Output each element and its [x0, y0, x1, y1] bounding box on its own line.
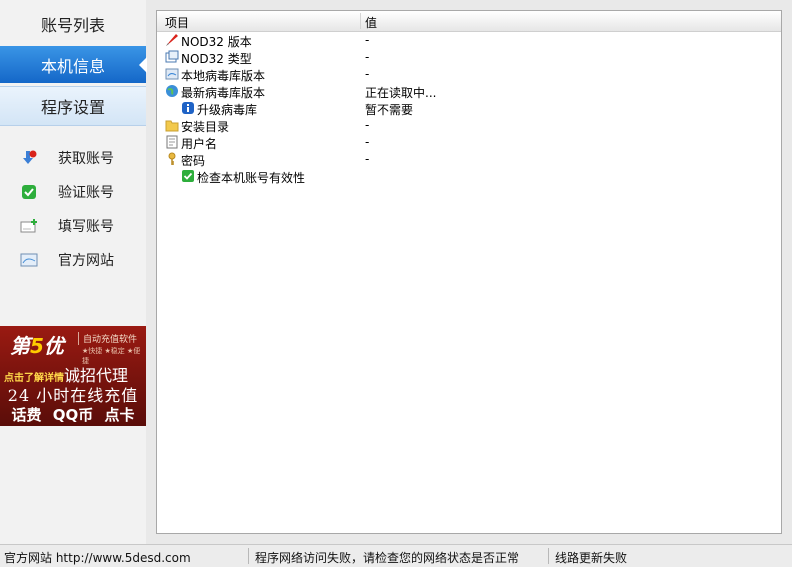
status-divider: [548, 548, 549, 564]
promo-recruit-line: 点击了解详情诚招代理: [4, 366, 129, 385]
column-divider[interactable]: [360, 13, 361, 29]
add-card-icon: [20, 217, 38, 235]
table-row[interactable]: NOD32 版本 -: [157, 32, 781, 49]
download-arrow-icon: [20, 149, 38, 167]
table-row[interactable]: 检查本机账号有效性: [157, 168, 781, 185]
table-row[interactable]: NOD32 类型 -: [157, 49, 781, 66]
status-divider: [248, 548, 249, 564]
status-bar: 官方网站 http://www.5desd.com 程序网络访问失败，请检查您的…: [0, 544, 792, 567]
nav-program-settings[interactable]: 程序设置: [0, 86, 146, 126]
promo-logo: 第5优: [10, 334, 64, 358]
status-route: 线路更新失败: [555, 551, 628, 565]
row-name: NOD32 版本: [181, 35, 252, 49]
status-site[interactable]: 官方网站 http://www.5desd.com: [4, 549, 191, 566]
official-site-label: 官方网站: [58, 253, 114, 269]
row-value: -: [365, 152, 370, 166]
row-name: 本地病毒库版本: [181, 69, 266, 83]
get-account-button[interactable]: 获取账号: [20, 147, 140, 169]
row-name: 最新病毒库版本: [181, 86, 266, 100]
get-account-label: 获取账号: [58, 151, 114, 167]
official-site-button[interactable]: 官方网站: [20, 249, 140, 271]
table-row[interactable]: 密码 -: [157, 151, 781, 168]
row-name: 检查本机账号有效性: [197, 171, 306, 185]
status-error: 程序网络访问失败，请检查您的网络状态是否正常: [255, 551, 520, 565]
table-row[interactable]: 用户名 -: [157, 134, 781, 151]
row-value: 暂不需要: [365, 103, 414, 117]
check-icon: [181, 169, 195, 183]
row-value: 正在读取中...: [365, 86, 437, 100]
rocket-icon: [165, 33, 179, 47]
table-row[interactable]: 安装目录 -: [157, 117, 781, 134]
fill-account-label: 填写账号: [58, 219, 114, 235]
row-value: -: [365, 135, 370, 149]
row-value: -: [365, 118, 370, 132]
info-table: 项目 值 NOD32 版本 - NOD32 类型 - 本地病毒库版本 - 最新病…: [156, 10, 782, 534]
folder-icon: [165, 118, 179, 132]
table-row[interactable]: 最新病毒库版本 正在读取中...: [157, 83, 781, 100]
key-icon: [165, 152, 179, 166]
table-row[interactable]: 本地病毒库版本 -: [157, 66, 781, 83]
row-value: -: [365, 50, 370, 64]
sidebar: 账号列表 本机信息 程序设置 获取账号 验证账号 填写账号 官方网站 第5优 自…: [0, 0, 147, 544]
promo-products-line: 话费 QQ币 点卡: [11, 406, 135, 424]
verify-account-label: 验证账号: [58, 185, 114, 201]
globe-icon: [165, 84, 179, 98]
nav-local-info[interactable]: 本机信息: [0, 46, 147, 83]
column-header-item[interactable]: 项目: [165, 14, 189, 31]
row-name: 用户名: [181, 137, 218, 151]
row-name: NOD32 类型: [181, 52, 252, 66]
database-icon: [165, 67, 179, 81]
promo-24h-line: 24 小时在线充值: [7, 386, 139, 405]
user-card-icon: [165, 135, 179, 149]
row-name: 密码: [181, 154, 206, 168]
info-icon: [181, 101, 195, 115]
fill-account-button[interactable]: 填写账号: [20, 215, 140, 237]
row-name: 升级病毒库: [197, 103, 258, 117]
promo-banner[interactable]: 第5优 自动充值软件 ★快捷 ★稳定 ★便捷 点击了解详情诚招代理 24 小时在…: [0, 326, 146, 426]
nav-account-list[interactable]: 账号列表: [0, 5, 146, 43]
table-header: 项目 值: [157, 11, 781, 32]
promo-soft-label: 自动充值软件: [78, 332, 137, 345]
column-header-value[interactable]: 值: [365, 14, 377, 31]
row-value: -: [365, 67, 370, 81]
window-icon: [165, 50, 179, 64]
table-row[interactable]: 升级病毒库 暂不需要: [157, 100, 781, 117]
browser-window-icon: [20, 251, 38, 269]
row-name: 安装目录: [181, 120, 230, 134]
check-icon: [20, 183, 38, 201]
verify-account-button[interactable]: 验证账号: [20, 181, 140, 203]
row-value: -: [365, 33, 370, 47]
